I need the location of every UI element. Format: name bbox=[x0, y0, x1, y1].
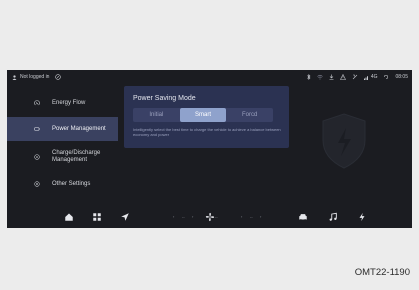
sidebar-item-energy-flow[interactable]: Energy Flow bbox=[7, 91, 118, 115]
left-temp-value: -- bbox=[182, 214, 185, 219]
right-temp-value: -- bbox=[250, 214, 253, 219]
fan-icon[interactable] bbox=[205, 212, 215, 222]
right-temp-down[interactable]: ‹ bbox=[241, 214, 242, 219]
edit-icon[interactable] bbox=[55, 74, 62, 80]
navigation-icon[interactable] bbox=[120, 212, 130, 222]
charge-discharge-icon bbox=[34, 154, 40, 160]
power-management-icon bbox=[34, 127, 40, 131]
sidebar-item-charge-discharge[interactable]: Charge/Discharge Management bbox=[7, 144, 118, 170]
user-icon bbox=[12, 74, 17, 80]
bottom-dock: ‹ -- › -- ‹ -- › bbox=[7, 207, 412, 228]
sidebar-item-label: Energy Flow bbox=[52, 99, 86, 106]
status-bar: Not logged in 4G 08:05 bbox=[7, 70, 412, 84]
left-temp-down[interactable]: ‹ bbox=[173, 214, 174, 219]
mode-option-initial[interactable]: Initial bbox=[133, 108, 180, 122]
figure-code: OMT22-1190 bbox=[354, 267, 410, 278]
status-icons: 4G 08:05 bbox=[307, 74, 408, 80]
battery-shield-graphic bbox=[322, 113, 366, 169]
sidebar-item-label: Power Management bbox=[52, 125, 106, 132]
music-icon[interactable] bbox=[328, 212, 338, 222]
bluetooth-icon bbox=[307, 74, 311, 80]
network-type: 4G bbox=[370, 74, 378, 80]
right-temp-up[interactable]: › bbox=[260, 214, 261, 219]
apps-grid-icon[interactable] bbox=[92, 212, 102, 222]
clock: 08:05 bbox=[395, 74, 408, 80]
settings-icon bbox=[34, 181, 40, 187]
energy-icon[interactable] bbox=[357, 212, 367, 222]
mode-option-forced[interactable]: Forcd bbox=[226, 108, 273, 122]
download-icon bbox=[329, 74, 334, 80]
panel-title: Power Saving Mode bbox=[133, 95, 196, 102]
mode-description: Intelligently select the best time to ch… bbox=[133, 127, 281, 137]
sidebar-item-power-management[interactable]: Power Management bbox=[7, 117, 118, 141]
signal-bars-icon bbox=[363, 76, 368, 80]
sidebar-item-label: Charge/Discharge Management bbox=[52, 150, 101, 163]
left-temp-up[interactable]: › bbox=[192, 214, 193, 219]
sidebar-item-other-settings[interactable]: Other Settings bbox=[7, 172, 118, 196]
vehicle-icon[interactable] bbox=[298, 212, 308, 222]
mode-selector: Initial Smart Forcd bbox=[133, 108, 273, 122]
warning-icon bbox=[339, 74, 346, 80]
signal-indicator: 4G bbox=[363, 74, 378, 80]
energy-flow-icon bbox=[34, 100, 40, 106]
wifi-icon bbox=[317, 74, 323, 80]
sync-icon bbox=[384, 75, 389, 80]
sidebar-item-label: Other Settings bbox=[52, 180, 91, 187]
login-status-text: Not logged in bbox=[20, 74, 50, 80]
fan-speed-value: -- bbox=[215, 214, 218, 219]
charging-icon bbox=[352, 74, 358, 80]
login-status[interactable]: Not logged in bbox=[12, 74, 62, 80]
home-icon[interactable] bbox=[64, 212, 74, 222]
power-saving-mode-panel: Power Saving Mode Initial Smart Forcd In… bbox=[124, 86, 289, 148]
sidebar-menu: Energy Flow Power Management Charge/Disc… bbox=[7, 88, 118, 207]
vehicle-screen: Not logged in 4G 08:05 Energy Flow Power… bbox=[7, 70, 412, 228]
mode-option-smart[interactable]: Smart bbox=[179, 108, 227, 122]
